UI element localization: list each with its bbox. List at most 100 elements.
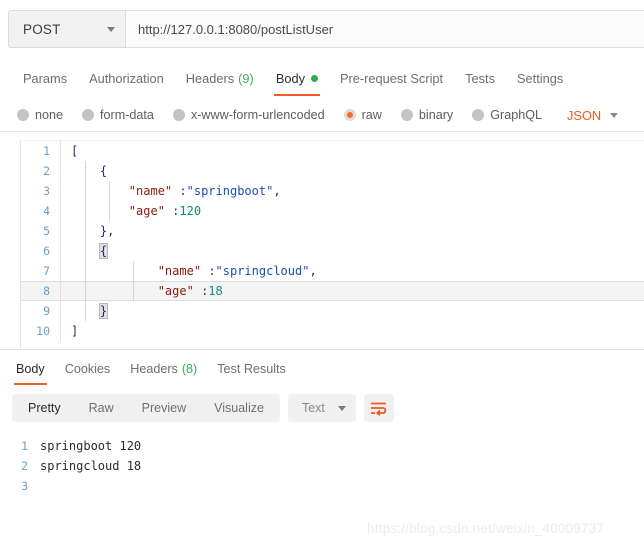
line-number: 2 — [21, 161, 61, 181]
body-type-binary-label: binary — [418, 108, 454, 122]
tab-tests-label: Tests — [465, 70, 495, 86]
view-raw-label: Raw — [88, 401, 114, 415]
tab-headers[interactable]: Headers (9) — [175, 60, 265, 96]
editor-line: 9 } — [21, 301, 644, 321]
line-content: }, — [99, 224, 115, 238]
chevron-down-icon — [610, 112, 619, 118]
body-type-binary[interactable]: binary — [400, 108, 454, 122]
editor-line-active: 8 "age" :18 — [21, 281, 644, 301]
editor-line: 3 "name" :"springboot", — [21, 181, 644, 201]
word-wrap-button[interactable] — [363, 394, 394, 422]
response-format-label: Text — [301, 401, 325, 415]
view-pretty-button[interactable]: Pretty — [14, 394, 75, 422]
line-content: "name" :"springcloud", — [157, 264, 317, 278]
request-body-editor[interactable]: 1 [ 2 { 3 "name" :"springboot", 4 "age" … — [20, 140, 644, 348]
body-type-form-data[interactable]: form-data — [82, 108, 154, 122]
tab-tests[interactable]: Tests — [454, 60, 506, 96]
postman-window: POST http://127.0.0.1:8080/postListUser … — [0, 0, 644, 549]
raw-format-select[interactable]: JSON — [567, 107, 619, 123]
line-content: "age" :18 — [157, 284, 223, 298]
line-content: [ — [71, 144, 79, 158]
view-visualize-button[interactable]: Visualize — [200, 394, 278, 422]
http-method-label: POST — [23, 21, 61, 37]
response-tab-body[interactable]: Body — [6, 355, 55, 385]
tab-headers-count: (9) — [238, 70, 254, 86]
body-type-urlencoded[interactable]: x-www-form-urlencoded — [172, 108, 325, 122]
raw-format-label: JSON — [567, 107, 602, 123]
line-number: 9 — [21, 301, 61, 321]
response-tab-body-label: Body — [16, 362, 45, 376]
editor-line: 5 }, — [21, 221, 644, 241]
body-type-raw-label: raw — [361, 108, 382, 122]
response-body-viewer[interactable]: 1 springboot 120 2 springcloud 18 3 — [12, 436, 644, 516]
response-line: 2 springcloud 18 — [12, 456, 644, 476]
line-content: springcloud 18 — [40, 459, 142, 473]
radio-icon — [472, 109, 485, 121]
radio-icon — [17, 109, 29, 121]
radio-selected-icon — [343, 109, 356, 121]
line-number: 1 — [21, 141, 61, 161]
response-tab-test-results[interactable]: Test Results — [207, 355, 296, 383]
body-type-form-data-label: form-data — [100, 108, 154, 122]
request-tabs: Params Authorization Headers (9) Body Pr… — [0, 60, 644, 96]
body-type-none-label: none — [35, 108, 64, 122]
tab-params[interactable]: Params — [12, 60, 78, 96]
editor-line: 2 { — [21, 161, 644, 181]
editor-line: 1 [ — [21, 141, 644, 161]
request-url-input[interactable]: http://127.0.0.1:8080/postListUser — [125, 10, 644, 48]
line-content: "name" :"springboot", — [128, 184, 281, 198]
line-content: { — [99, 164, 108, 178]
view-preview-button[interactable]: Preview — [128, 394, 200, 422]
view-pretty-label: Pretty — [28, 401, 61, 415]
tab-body[interactable]: Body — [265, 60, 329, 96]
tab-body-label: Body — [275, 70, 305, 86]
response-tab-body-underline — [14, 382, 47, 385]
response-tab-headers[interactable]: Headers (8) — [120, 355, 207, 383]
line-number: 4 — [21, 201, 61, 221]
line-number: 2 — [21, 459, 28, 473]
tab-settings-label: Settings — [516, 70, 564, 86]
response-line: 3 — [12, 476, 644, 496]
view-visualize-label: Visualize — [214, 401, 264, 415]
line-number: 10 — [21, 321, 61, 341]
tab-body-underline — [273, 93, 320, 96]
radio-icon — [172, 109, 185, 121]
editor-line: 7 "name" :"springcloud", — [21, 261, 644, 281]
line-number: 3 — [21, 181, 61, 201]
view-raw-button[interactable]: Raw — [75, 394, 128, 422]
response-tab-cookies[interactable]: Cookies — [55, 355, 121, 383]
line-number: 7 — [21, 261, 61, 281]
body-type-raw[interactable]: raw — [343, 108, 382, 122]
tab-headers-label: Headers — [185, 70, 235, 86]
body-section-divider — [0, 131, 644, 132]
line-number: 8 — [21, 281, 61, 301]
body-type-radio-group: none form-data x-www-form-urlencoded raw… — [0, 100, 644, 130]
word-wrap-icon — [371, 402, 387, 416]
tab-params-label: Params — [23, 70, 68, 86]
tab-authorization[interactable]: Authorization — [78, 60, 175, 96]
response-tabs: Body Cookies Headers (8) Test Results — [0, 355, 644, 385]
radio-icon — [400, 109, 413, 121]
line-content: springboot 120 — [40, 439, 142, 453]
view-preview-label: Preview — [141, 401, 187, 415]
response-tab-cookies-label: Cookies — [64, 362, 111, 376]
http-method-select[interactable]: POST — [8, 10, 125, 48]
line-content: "age" :120 — [128, 204, 202, 218]
tab-pre-request-script[interactable]: Pre-request Script — [329, 60, 454, 96]
body-type-urlencoded-label: x-www-form-urlencoded — [190, 108, 325, 122]
tab-settings[interactable]: Settings — [506, 60, 574, 96]
editor-line: 6 { — [21, 241, 644, 261]
body-type-none[interactable]: none — [17, 108, 63, 122]
body-type-graphql[interactable]: GraphQL — [472, 108, 542, 122]
editor-line: 10 ] — [21, 321, 644, 341]
editor-line: 4 "age" :120 — [21, 201, 644, 221]
response-tab-test-results-label: Test Results — [217, 362, 286, 376]
line-content: } — [98, 303, 109, 319]
response-tab-headers-count: (8) — [181, 362, 198, 376]
watermark: https://blog.csdn.net/weixin_40009737 — [367, 521, 605, 536]
radio-icon — [82, 109, 95, 121]
chevron-down-icon — [337, 405, 346, 411]
response-format-select[interactable]: Text — [287, 394, 356, 422]
line-number: 1 — [21, 439, 28, 453]
line-content: ] — [71, 324, 79, 338]
